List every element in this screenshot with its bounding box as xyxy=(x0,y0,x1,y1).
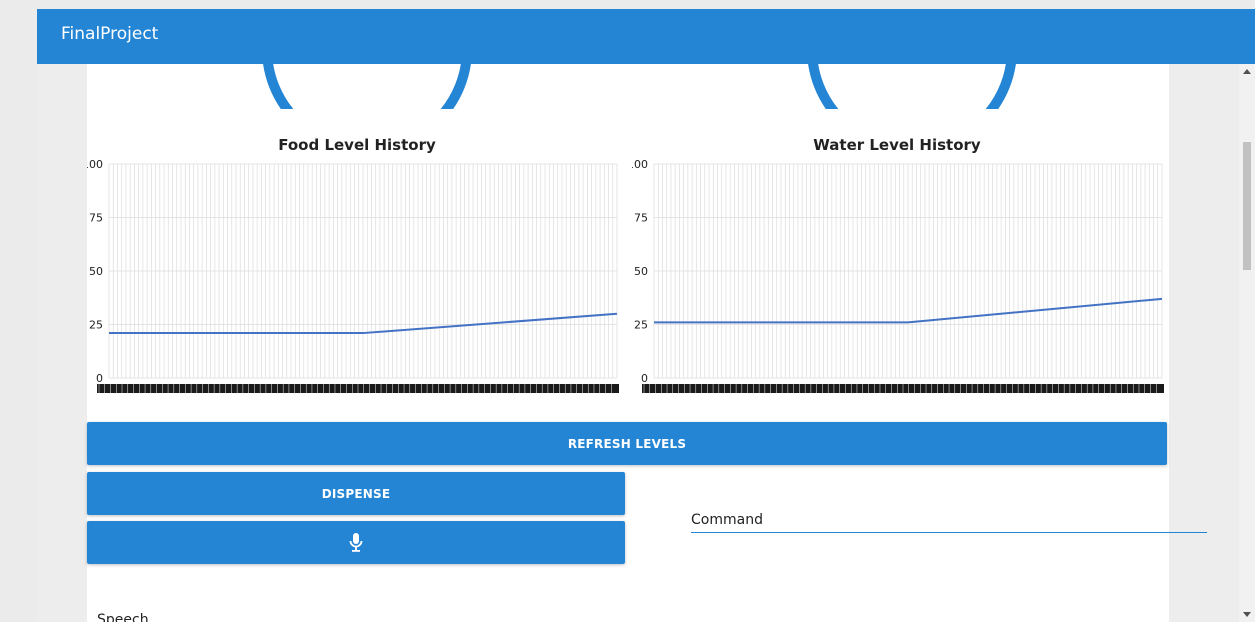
command-input[interactable]: Command xyxy=(691,512,1207,533)
scrollbar-thumb[interactable] xyxy=(1243,142,1251,270)
y-tick-label: 0 xyxy=(641,372,648,385)
water-chart-title: Water Level History xyxy=(813,136,981,154)
scroll-down-arrow-icon[interactable] xyxy=(1243,612,1251,617)
y-tick-label: 50 xyxy=(634,265,648,278)
scroll-up-arrow-icon[interactable] xyxy=(1243,69,1251,74)
refresh-levels-button[interactable]: REFRESH LEVELS xyxy=(87,422,1167,465)
voice-command-button[interactable] xyxy=(87,521,625,564)
y-tick-label: 100 xyxy=(632,158,648,171)
y-tick-label: 25 xyxy=(634,319,648,332)
content-card: Food Level History Water Level History 0… xyxy=(87,64,1207,622)
command-label: Command xyxy=(691,512,763,528)
food-level-chart: 0 25 50 75 100 xyxy=(87,158,619,393)
microphone-icon xyxy=(349,532,363,552)
app-title: FinalProject xyxy=(61,24,159,44)
main-scroll-area[interactable]: Food Level History Water Level History 0… xyxy=(37,64,1239,622)
y-tick-label: 50 xyxy=(89,265,103,278)
water-gauge xyxy=(808,64,1016,109)
water-level-chart: 0 25 50 75 100 xyxy=(632,158,1164,393)
y-tick-label: 0 xyxy=(96,372,103,385)
y-tick-label: 25 xyxy=(89,319,103,332)
speech-label: Speech xyxy=(97,612,149,622)
food-chart-title: Food Level History xyxy=(278,136,436,154)
food-gauge xyxy=(263,64,471,109)
y-tick-label: 75 xyxy=(634,212,648,225)
y-tick-label: 100 xyxy=(87,158,103,171)
vertical-scrollbar[interactable] xyxy=(1239,64,1255,622)
app-bar: FinalProject xyxy=(37,9,1255,64)
dispense-button[interactable]: DISPENSE xyxy=(87,472,625,515)
y-tick-label: 75 xyxy=(89,212,103,225)
